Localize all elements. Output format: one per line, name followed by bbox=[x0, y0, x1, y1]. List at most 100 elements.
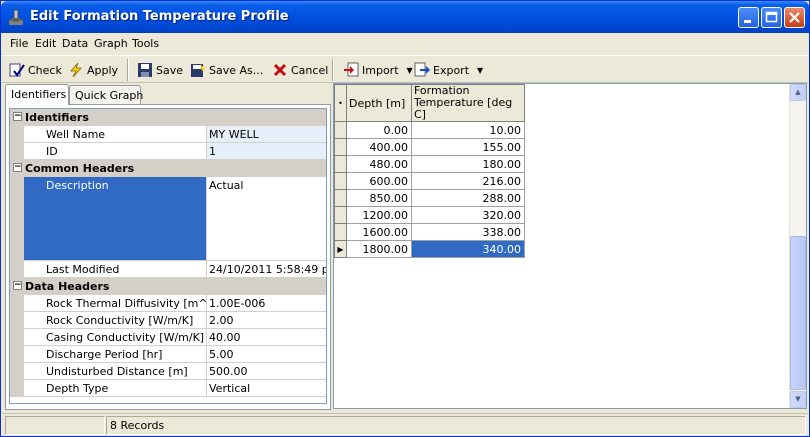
category-identifiers[interactable]: − Identifiers bbox=[10, 109, 326, 126]
property-row-casing-conductivity[interactable]: Casing Conductivity [W/m/K] 40.00 bbox=[10, 329, 326, 346]
save-button[interactable]: Save bbox=[137, 61, 183, 79]
property-row-description[interactable]: Description Actual bbox=[10, 177, 326, 261]
title-bar[interactable]: Edit Formation Temperature Profile bbox=[1, 1, 809, 33]
save-as-button[interactable]: Save As... bbox=[190, 61, 263, 79]
row-header[interactable] bbox=[334, 138, 347, 156]
property-value[interactable]: MY WELL bbox=[207, 126, 326, 142]
property-value[interactable]: 2.00 bbox=[207, 312, 326, 328]
temperature-cell[interactable]: 320.00 bbox=[411, 206, 525, 224]
check-button[interactable]: Check bbox=[9, 61, 62, 79]
table-row[interactable]: 400.00 155.00 bbox=[334, 138, 525, 156]
property-name: Rock Thermal Diffusivity [m^2/s] bbox=[24, 295, 207, 311]
maximize-button[interactable] bbox=[761, 7, 782, 28]
temperature-cell[interactable]: 338.00 bbox=[411, 223, 525, 241]
table-row[interactable]: 600.00 216.00 bbox=[334, 172, 525, 190]
dropdown-arrow-icon[interactable]: ▼ bbox=[477, 66, 483, 75]
property-value[interactable]: 1.00E-006 bbox=[207, 295, 326, 311]
depth-cell[interactable]: 480.00 bbox=[346, 155, 412, 173]
depth-cell[interactable]: 0.00 bbox=[346, 121, 412, 139]
property-value[interactable]: 40.00 bbox=[207, 329, 326, 345]
menu-tools[interactable]: Tools bbox=[132, 37, 159, 50]
property-value[interactable]: Actual bbox=[207, 177, 326, 260]
property-value[interactable]: 1 bbox=[207, 143, 326, 159]
column-header-formation-temperature[interactable]: Formation Temperature [deg C] bbox=[411, 84, 525, 122]
scroll-thumb[interactable] bbox=[790, 236, 806, 390]
property-value[interactable]: 5.00 bbox=[207, 346, 326, 362]
export-button[interactable]: Export ▼ bbox=[414, 61, 483, 79]
collapse-icon[interactable]: − bbox=[13, 281, 22, 290]
temperature-cell[interactable]: 10.00 bbox=[411, 121, 525, 139]
depth-cell[interactable]: 400.00 bbox=[346, 138, 412, 156]
save-label: Save bbox=[156, 63, 184, 77]
depth-cell[interactable]: 1200.00 bbox=[346, 206, 412, 224]
row-header[interactable] bbox=[334, 223, 347, 241]
apply-button[interactable]: Apply bbox=[68, 61, 118, 79]
toolbar-separator bbox=[127, 59, 129, 81]
app-icon bbox=[9, 9, 23, 25]
menu-graph[interactable]: Graph bbox=[94, 37, 128, 50]
temperature-cell[interactable]: 216.00 bbox=[411, 172, 525, 190]
collapse-icon[interactable]: − bbox=[13, 112, 22, 121]
table-row-current[interactable]: ▶ 1800.00 340.00 bbox=[334, 240, 525, 258]
property-row-last-modified[interactable]: Last Modified 24/10/2011 5:58:49 p.m bbox=[10, 261, 326, 278]
category-data-headers[interactable]: − Data Headers bbox=[10, 278, 326, 295]
temperature-cell[interactable]: 180.00 bbox=[411, 155, 525, 173]
select-all-corner[interactable]: • bbox=[334, 84, 347, 122]
table-row[interactable]: 1600.00 338.00 bbox=[334, 223, 525, 241]
row-header[interactable] bbox=[334, 121, 347, 139]
row-header[interactable] bbox=[334, 172, 347, 190]
property-row-rock-conductivity[interactable]: Rock Conductivity [W/m/K] 2.00 bbox=[10, 312, 326, 329]
property-row-undisturbed-distance[interactable]: Undisturbed Distance [m] 500.00 bbox=[10, 363, 326, 380]
property-name: Rock Conductivity [W/m/K] bbox=[24, 312, 207, 328]
close-icon bbox=[789, 12, 800, 23]
temperature-cell[interactable]: 155.00 bbox=[411, 138, 525, 156]
table-row[interactable]: 480.00 180.00 bbox=[334, 155, 525, 173]
vertical-scrollbar[interactable]: ▲ ▼ bbox=[789, 84, 806, 408]
property-row-discharge-period[interactable]: Discharge Period [hr] 5.00 bbox=[10, 346, 326, 363]
depth-cell[interactable]: 1800.00 bbox=[346, 240, 412, 258]
tab-quick-graph[interactable]: Quick Graph bbox=[69, 85, 143, 105]
tab-identifiers[interactable]: Identifiers bbox=[5, 84, 69, 105]
category-label: Data Headers bbox=[25, 280, 110, 293]
scroll-down-icon[interactable]: ▼ bbox=[790, 391, 806, 408]
category-common-headers[interactable]: − Common Headers bbox=[10, 160, 326, 177]
menu-edit[interactable]: Edit bbox=[35, 37, 56, 50]
save-as-icon bbox=[191, 64, 205, 77]
export-label: Export bbox=[433, 63, 470, 77]
table-row[interactable]: 850.00 288.00 bbox=[334, 189, 525, 207]
depth-cell[interactable]: 600.00 bbox=[346, 172, 412, 190]
depth-cell[interactable]: 850.00 bbox=[346, 189, 412, 207]
row-header[interactable] bbox=[334, 206, 347, 224]
menu-data[interactable]: Data bbox=[62, 37, 88, 50]
property-value[interactable]: 24/10/2011 5:58:49 p.m bbox=[207, 261, 326, 277]
property-row-rock-thermal-diffusivity[interactable]: Rock Thermal Diffusivity [m^2/s] 1.00E-0… bbox=[10, 295, 326, 312]
temperature-cell-selected[interactable]: 340.00 bbox=[411, 240, 525, 258]
maximize-icon bbox=[765, 11, 778, 23]
close-button[interactable] bbox=[784, 7, 805, 28]
table-row[interactable]: 1200.00 320.00 bbox=[334, 206, 525, 224]
cancel-button[interactable]: Cancel bbox=[272, 61, 328, 79]
current-row-arrow-icon[interactable]: ▶ bbox=[334, 240, 347, 258]
import-label: Import bbox=[362, 63, 399, 77]
property-row-depth-type[interactable]: Depth Type Vertical bbox=[10, 380, 326, 397]
depth-cell[interactable]: 1600.00 bbox=[346, 223, 412, 241]
apply-label: Apply bbox=[87, 63, 119, 77]
temperature-cell[interactable]: 288.00 bbox=[411, 189, 525, 207]
property-row-well-name[interactable]: Well Name MY WELL bbox=[10, 126, 326, 143]
data-grid: • Depth [m] Formation Temperature [deg C… bbox=[334, 84, 525, 258]
property-value[interactable]: Vertical bbox=[207, 380, 326, 396]
property-row-id[interactable]: ID 1 bbox=[10, 143, 326, 160]
category-label: Identifiers bbox=[25, 111, 89, 124]
table-row[interactable]: 0.00 10.00 bbox=[334, 121, 525, 139]
column-header-depth[interactable]: Depth [m] bbox=[346, 84, 412, 122]
menu-file[interactable]: File bbox=[10, 37, 28, 50]
scroll-up-icon[interactable]: ▲ bbox=[790, 84, 806, 101]
import-button[interactable]: Import ▼ bbox=[343, 61, 413, 79]
row-header[interactable] bbox=[334, 155, 347, 173]
minimize-button[interactable] bbox=[738, 7, 759, 28]
property-value[interactable]: 500.00 bbox=[207, 363, 326, 379]
dropdown-arrow-icon[interactable]: ▼ bbox=[407, 66, 413, 75]
tab-panel: − Identifiers Well Name MY WELL ID 1 − C… bbox=[5, 104, 331, 410]
collapse-icon[interactable]: − bbox=[13, 163, 22, 172]
row-header[interactable] bbox=[334, 189, 347, 207]
